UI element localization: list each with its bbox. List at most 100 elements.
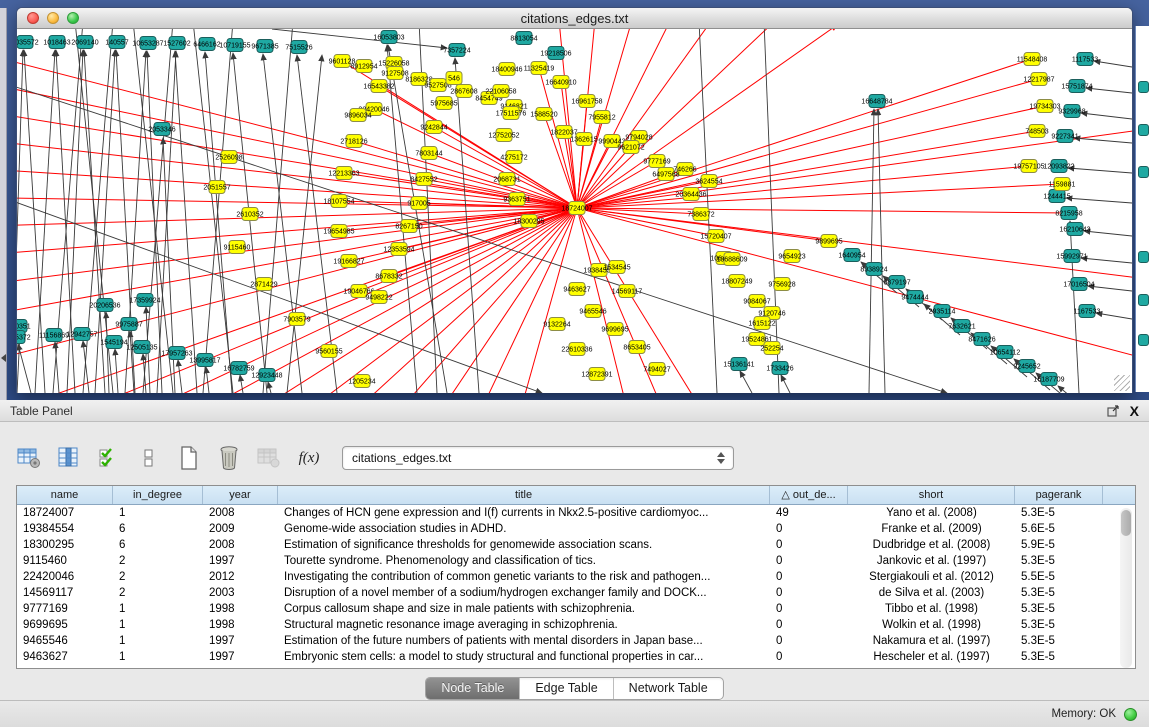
graph-node[interactable]: 9474444	[901, 291, 928, 304]
table-row[interactable]: 969969511998Structural magnetic resonanc…	[17, 617, 1135, 633]
table-row[interactable]: 1938455462009Genome-wide association stu…	[17, 521, 1135, 537]
table-scrollbar-thumb[interactable]	[1121, 510, 1131, 536]
graph-node[interactable]: 4275172	[500, 151, 527, 164]
graph-node[interactable]: 4035572	[17, 36, 39, 49]
create-column-icon[interactable]	[176, 445, 202, 471]
column-header-title[interactable]: title	[278, 486, 770, 504]
table-row[interactable]: 946554611997Estimation of the future num…	[17, 633, 1135, 649]
column-header-pagerank[interactable]: pagerank	[1015, 486, 1103, 504]
tab-network-table[interactable]: Network Table	[614, 678, 723, 699]
graph-node[interactable]: 7903579	[283, 313, 310, 326]
graph-node[interactable]: 17957263	[161, 347, 192, 360]
table-row[interactable]: 1872400712008Changes of HCN gene express…	[17, 505, 1135, 521]
graph-node[interactable]: 748503	[1025, 125, 1048, 138]
network-graph[interactable]: 4035572101846320691401405571065328715276…	[17, 29, 1132, 393]
graph-node[interactable]: 1117533	[1072, 53, 1098, 66]
select-columns-icon[interactable]	[96, 445, 122, 471]
graph-node[interactable]: 12093822	[1043, 160, 1074, 173]
graph-node[interactable]: 140557	[105, 36, 128, 49]
table-row[interactable]: 977716911998Corpus callosum shape and si…	[17, 601, 1135, 617]
graph-node[interactable]: 16210643	[1059, 223, 1090, 236]
graph-node[interactable]: 16648784	[861, 95, 892, 108]
graph-node[interactable]: 16053803	[373, 31, 404, 44]
graph-node[interactable]: 1733426	[766, 362, 793, 375]
graph-node[interactable]: 11548408	[1017, 53, 1048, 66]
graph-node[interactable]: 7803144	[415, 147, 442, 160]
graph-node[interactable]: 7632621	[948, 320, 975, 333]
graph-node[interactable]: 22610336	[561, 343, 592, 356]
graph-node[interactable]: 7357224	[443, 44, 470, 57]
table-row[interactable]: 911546021997Tourette syndrome. Phenomeno…	[17, 553, 1135, 569]
column-header-short[interactable]: short	[848, 486, 1015, 504]
graph-node[interactable]: 17359924	[129, 294, 160, 307]
graph-node[interactable]: 546	[446, 72, 462, 85]
graph-node[interactable]: 9654923	[778, 250, 805, 263]
graph-node[interactable]: 2068731	[493, 173, 520, 186]
graph-node[interactable]: 12752052	[488, 129, 519, 142]
graph-node[interactable]: 9227341	[1051, 130, 1078, 143]
graph-node[interactable]: 9329968	[1058, 105, 1085, 118]
window-resize-grip[interactable]	[1114, 375, 1130, 391]
graph-node[interactable]: 9560155	[315, 345, 342, 358]
table-row[interactable]: 1456911722003Disruption of a novel membe…	[17, 585, 1135, 601]
graph-node[interactable]: 18400946	[491, 63, 522, 76]
graph-node[interactable]: 19734303	[1029, 100, 1060, 113]
graph-node[interactable]: 18807249	[721, 275, 752, 288]
table-row[interactable]: 1830029562008Estimation of significance …	[17, 537, 1135, 553]
graph-node[interactable]: 9671385	[251, 40, 278, 53]
table-settings-icon[interactable]	[16, 445, 42, 471]
close-window-icon[interactable]	[27, 12, 39, 24]
close-panel-icon[interactable]: X	[1130, 404, 1139, 418]
tab-edge-table[interactable]: Edge Table	[520, 678, 613, 699]
table-scrollbar[interactable]	[1120, 508, 1132, 668]
graph-node[interactable]: 10654112	[990, 346, 1021, 359]
table-row[interactable]: 2242004622012Investigating the contribut…	[17, 569, 1135, 585]
tab-node-table[interactable]: Node Table	[426, 678, 520, 699]
minimize-window-icon[interactable]	[47, 12, 59, 24]
graph-node[interactable]: 5975685	[430, 97, 457, 110]
graph-node[interactable]: 9115460	[224, 241, 251, 254]
window-titlebar[interactable]: citations_edges.txt	[17, 8, 1132, 29]
graph-node[interactable]: 8813054	[510, 32, 537, 45]
graph-node[interactable]: 15751874	[1061, 80, 1092, 93]
graph-node[interactable]: 1018463	[43, 36, 70, 49]
graph-node[interactable]: 2935114	[929, 305, 956, 318]
graph-node[interactable]: 1205234	[348, 375, 375, 388]
show-columns-icon[interactable]	[56, 445, 82, 471]
graph-node[interactable]: 1167533	[1074, 305, 1101, 318]
graph-node[interactable]: 10719155	[219, 39, 250, 52]
graph-node[interactable]: 14569117	[612, 285, 643, 298]
graph-node[interactable]: 19654985	[323, 225, 354, 238]
graph-node[interactable]: 12217987	[1023, 73, 1054, 86]
column-header-name[interactable]: name	[17, 486, 113, 504]
graph-node[interactable]: 8653405	[623, 341, 650, 354]
zoom-window-icon[interactable]	[67, 12, 79, 24]
graph-node[interactable]: 6879197	[883, 276, 910, 289]
table-row[interactable]: 946362711997Embryonic stem cells: a mode…	[17, 649, 1135, 665]
graph-node[interactable]: 15992971	[1056, 250, 1087, 263]
table-panel-titlebar[interactable]: Table Panel X	[0, 400, 1149, 422]
column-header-year[interactable]: year	[203, 486, 278, 504]
graph-node[interactable]: 17016504	[1063, 278, 1094, 291]
column-header-in_degree[interactable]: in_degree	[113, 486, 203, 504]
graph-node[interactable]: 9463627	[563, 283, 590, 296]
table-selector-dropdown[interactable]: citations_edges.txt	[342, 446, 734, 470]
graph-node[interactable]: 15136141	[723, 358, 754, 371]
graph-node[interactable]: 12872391	[581, 368, 612, 381]
graph-node[interactable]: 2718126	[340, 135, 367, 148]
column-header-out_de[interactable]: △ out_de...	[770, 486, 848, 504]
graph-node[interactable]: 9084067	[743, 295, 770, 308]
graph-node[interactable]: 9132264	[543, 318, 570, 331]
graph-node[interactable]: 10653287	[132, 37, 163, 50]
graph-node[interactable]: 1244415	[1043, 190, 1070, 203]
graph-node[interactable]: 9756928	[768, 278, 795, 291]
graph-node[interactable]: 12353594	[383, 243, 414, 256]
network-canvas[interactable]: 4035572101846320691401405571065328715276…	[17, 29, 1132, 393]
background-window-sliver[interactable]	[1135, 26, 1149, 392]
delete-column-icon[interactable]	[216, 445, 242, 471]
graph-node[interactable]: 19757105	[1013, 160, 1044, 173]
graph-node[interactable]: 7515526	[285, 41, 312, 54]
graph-node[interactable]: 3624554	[695, 175, 722, 188]
graph-node[interactable]: 2867608	[450, 85, 477, 98]
graph-node[interactable]: 1640954	[838, 249, 865, 262]
